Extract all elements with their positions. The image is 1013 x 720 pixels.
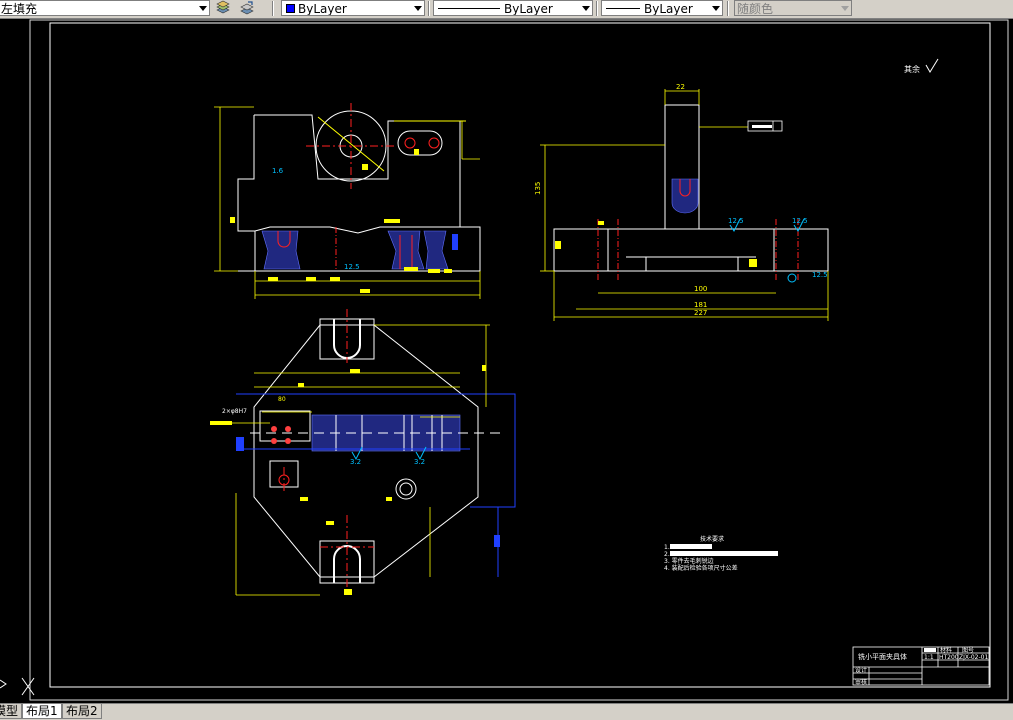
side-dim-100: 100 bbox=[694, 285, 707, 293]
side-dim-227: 227 bbox=[694, 309, 707, 317]
title-material: HT200 bbox=[939, 654, 959, 661]
color-swatch bbox=[286, 4, 295, 13]
layers-icon bbox=[216, 0, 230, 14]
title-hdr-drawing-no: 图号 bbox=[962, 647, 974, 654]
toolbar-separator bbox=[727, 1, 729, 16]
color-combo-value: ByLayer bbox=[298, 2, 347, 16]
layout-tabs: 模型 布局1 布局2 bbox=[0, 703, 1013, 720]
tab-layout2[interactable]: 布局2 bbox=[62, 704, 102, 719]
side-roughness-1: 12.5 bbox=[728, 217, 744, 225]
ucs-icon bbox=[0, 677, 35, 696]
layer-previous-button[interactable] bbox=[238, 0, 256, 16]
properties-toolbar: 左填充 ByLayer ByLayer ByLayer 随颜色 bbox=[0, 0, 1013, 19]
side-dim-height: 135 bbox=[534, 182, 542, 195]
title-design: 设计 bbox=[855, 666, 867, 674]
roughness-note: 其余 bbox=[904, 58, 939, 74]
color-combo[interactable]: ByLayer bbox=[281, 0, 425, 16]
tab-model[interactable]: 模型 bbox=[0, 704, 22, 719]
plotstyle-combo: 随颜色 bbox=[734, 0, 852, 16]
tab-layout2-label: 布局2 bbox=[66, 704, 98, 718]
title-drawing-no: ZJX-02-01 bbox=[959, 654, 988, 661]
tech-req-1: 1. bbox=[664, 544, 670, 551]
lineweight-combo-value: ByLayer bbox=[644, 2, 693, 16]
toolbar-separator bbox=[428, 1, 430, 16]
plotstyle-combo-value: 随颜色 bbox=[737, 2, 774, 16]
title-block: 铣小平面夹具体 材料 图号 1:1 HT200 ZJX-02-01 设计 审核 bbox=[852, 646, 990, 686]
tab-layout1[interactable]: 布局1 bbox=[22, 704, 62, 719]
tab-model-label: 模型 bbox=[0, 704, 18, 718]
chevron-down-icon bbox=[199, 6, 207, 11]
drawing-canvas[interactable]: 其余 1.6 12.5 22 135 100 181 227 12.5 12.5… bbox=[0, 19, 1013, 703]
side-dim-181: 181 bbox=[694, 301, 707, 309]
title-review: 审核 bbox=[855, 678, 867, 686]
side-dim-width: 22 bbox=[676, 83, 685, 91]
title-scale: 1:1 bbox=[924, 654, 934, 661]
side-roughness-2: 12.5 bbox=[792, 217, 808, 225]
roughness-note-text: 其余 bbox=[904, 64, 920, 74]
layer-previous-icon bbox=[240, 1, 254, 15]
tech-req-3: 3. 零件去毛刺锐边 bbox=[664, 557, 714, 565]
linetype-combo[interactable]: ByLayer bbox=[433, 0, 593, 16]
front-roughness-label: 1.6 bbox=[272, 167, 284, 175]
technical-requirements: 技术要求 1. 2. 3. 零件去毛刺锐边 4. 装配后检验各项尺寸公差 bbox=[664, 535, 778, 572]
top-view-callout: 2×φ8H7 bbox=[222, 408, 247, 415]
chevron-down-icon bbox=[414, 6, 422, 11]
front-roughness-label-2: 12.5 bbox=[344, 263, 360, 271]
front-view: 1.6 12.5 bbox=[214, 103, 481, 299]
lineweight-preview bbox=[606, 8, 640, 9]
toolbar-separator bbox=[596, 1, 598, 16]
toolbar-separator bbox=[272, 1, 274, 16]
top-view-dim-80: 80 bbox=[278, 396, 286, 403]
hatch-combo[interactable]: 左填充 bbox=[0, 0, 210, 16]
roughness-symbol-icon bbox=[925, 58, 939, 73]
title-hdr-material: 材料 bbox=[940, 646, 952, 654]
chevron-down-icon bbox=[841, 6, 849, 11]
layer-manager-button[interactable] bbox=[214, 0, 232, 16]
side-roughness-3: 12.5 bbox=[812, 271, 828, 279]
tab-layout1-label: 布局1 bbox=[26, 704, 58, 718]
tech-req-4: 4. 装配后检验各项尺寸公差 bbox=[664, 564, 738, 572]
linetype-preview bbox=[438, 8, 500, 9]
tech-req-2: 2. bbox=[664, 551, 670, 558]
linetype-combo-value: ByLayer bbox=[504, 2, 553, 16]
side-view: 22 135 100 181 227 12.5 12.5 12.5 bbox=[534, 83, 829, 321]
paper-outline bbox=[29, 19, 1009, 701]
title-name: 铣小平面夹具体 bbox=[858, 652, 907, 661]
lineweight-combo[interactable]: ByLayer bbox=[601, 0, 723, 16]
hatch-combo-value: 左填充 bbox=[1, 2, 38, 16]
chevron-down-icon bbox=[582, 6, 590, 11]
tech-req-title: 技术要求 bbox=[700, 535, 724, 543]
top-view: 2×φ8H7 80 3.2 3.2 bbox=[210, 309, 516, 596]
chevron-down-icon bbox=[712, 6, 720, 11]
